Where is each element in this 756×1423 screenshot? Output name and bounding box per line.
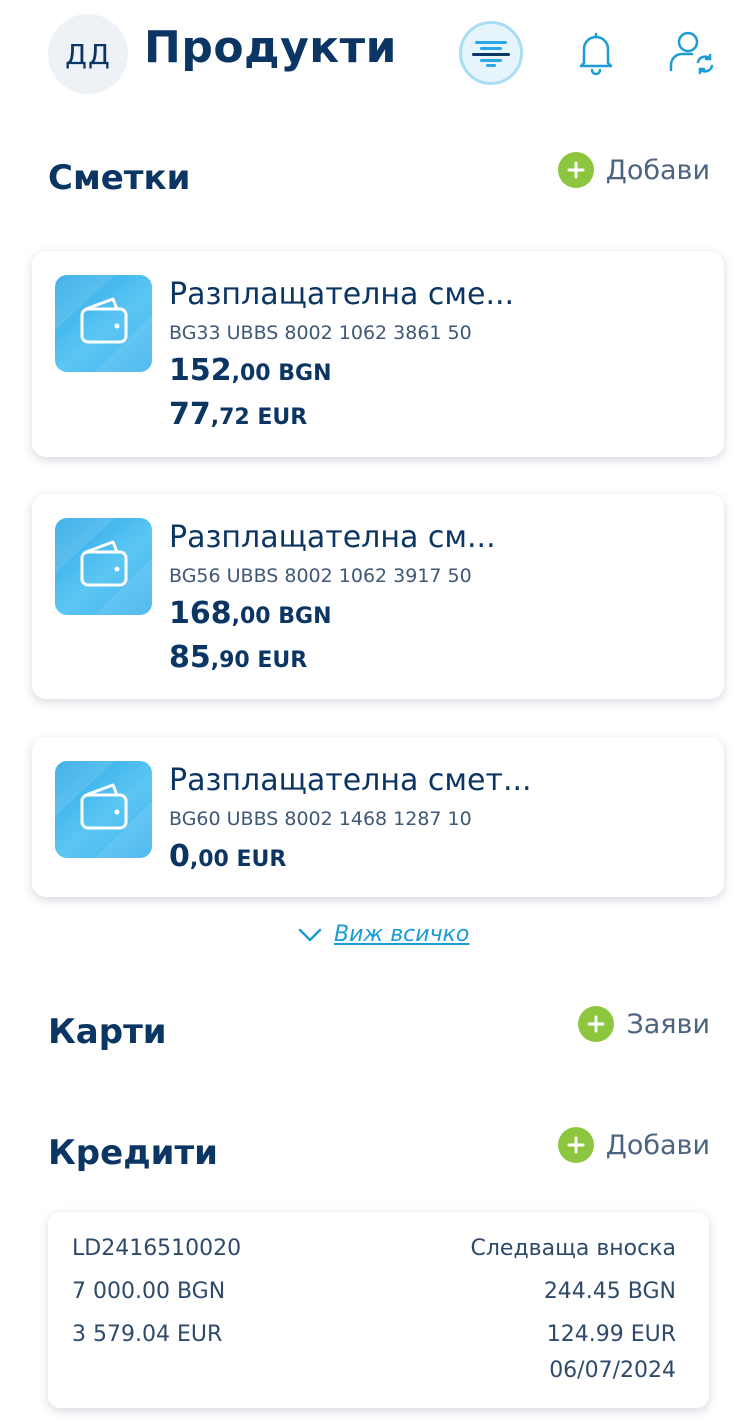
switch-profile-button[interactable] — [664, 24, 720, 80]
plus-icon — [578, 1006, 615, 1042]
wallet-icon — [55, 761, 152, 858]
loan-id: LD2416510020 — [72, 1236, 242, 1261]
account-iban: BG56 UBBS 8002 1062 3917 50 — [169, 565, 472, 587]
account-name: Разплащателна сме... — [169, 277, 515, 312]
plus-icon — [557, 1127, 594, 1163]
user-switch-icon — [669, 31, 714, 75]
installment-date: 06/07/2024 — [549, 1358, 676, 1383]
account-iban: BG60 UBBS 8002 1468 1287 10 — [169, 808, 472, 830]
installment-eur: 124.99 EUR — [546, 1322, 676, 1347]
see-all-label: Виж всичко — [334, 922, 470, 947]
bell-icon — [579, 32, 613, 75]
account-name: Разплащателна см... — [169, 520, 496, 555]
balance-eur: 77,72 EUR — [169, 397, 308, 432]
notifications-button[interactable] — [572, 24, 620, 80]
account-card[interactable]: Разплащателна см... BG56 UBBS 8002 1062 … — [32, 494, 724, 699]
loan-card[interactable]: LD2416510020 7 000.00 BGN 3 579.04 EUR С… — [48, 1212, 709, 1408]
balance-eur: 85,90 EUR — [169, 640, 308, 675]
avatar[interactable]: ДД — [48, 14, 128, 94]
credits-section-header: Кредити Добави — [48, 1127, 710, 1183]
balance-bgn: 168,00 BGN — [169, 596, 332, 631]
add-account-label: Добави — [605, 154, 710, 186]
account-iban: BG33 UBBS 8002 1062 3861 50 — [169, 322, 472, 344]
apply-card-label: Заяви — [626, 1008, 710, 1040]
accounts-section-header: Сметки Добави — [48, 152, 710, 208]
loan-amount-bgn: 7 000.00 BGN — [72, 1279, 226, 1304]
bank-logo-icon — [472, 41, 510, 67]
top-bar: ДД Продукти — [0, 0, 756, 110]
account-card[interactable]: Разплащателна смет... BG60 UBBS 8002 146… — [32, 737, 724, 897]
apply-card-button[interactable]: Заяви — [578, 1006, 710, 1042]
cards-section-header: Карти Заяви — [48, 1006, 710, 1062]
wallet-icon — [55, 275, 152, 372]
add-credit-button[interactable]: Добави — [557, 1127, 710, 1163]
add-account-button[interactable]: Добави — [557, 152, 710, 188]
accounts-title: Сметки — [48, 158, 191, 198]
credits-title: Кредити — [48, 1133, 218, 1173]
see-all-link[interactable]: Виж всичко — [298, 922, 469, 947]
bank-logo-button[interactable] — [459, 21, 523, 85]
chevron-down-icon — [298, 928, 322, 941]
plus-icon — [557, 152, 594, 188]
installment-bgn: 244.45 BGN — [543, 1279, 676, 1304]
add-credit-label: Добави — [605, 1129, 710, 1161]
next-installment-label: Следваща вноска — [470, 1236, 677, 1261]
loan-amount-eur: 3 579.04 EUR — [72, 1322, 223, 1347]
wallet-icon — [55, 518, 152, 615]
page-title: Продукти — [144, 22, 397, 73]
account-name: Разплащателна смет... — [169, 763, 532, 798]
account-card[interactable]: Разплащателна сме... BG33 UBBS 8002 1062… — [32, 251, 724, 457]
cards-title: Карти — [48, 1012, 167, 1052]
balance-eur: 0,00 EUR — [169, 839, 287, 874]
balance-bgn: 152,00 BGN — [169, 353, 332, 388]
